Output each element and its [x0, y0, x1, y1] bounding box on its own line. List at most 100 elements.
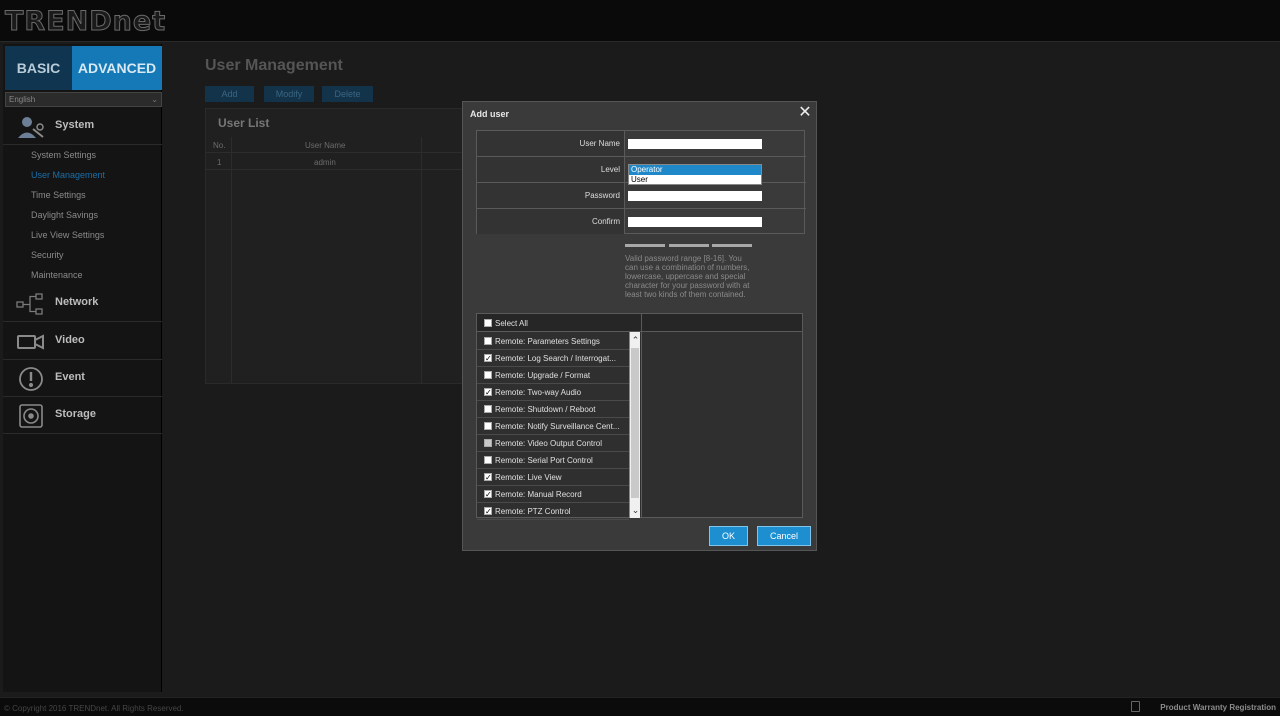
tab-basic[interactable]: BASIC: [5, 46, 72, 90]
permission-checkbox[interactable]: [484, 422, 492, 430]
permission-row[interactable]: Remote: Serial Port Control: [477, 452, 629, 469]
password-input[interactable]: [628, 191, 762, 201]
column-divider: [421, 137, 422, 384]
permission-label: Remote: Serial Port Control: [495, 456, 593, 465]
ok-button[interactable]: OK: [709, 526, 748, 546]
document-icon: [1131, 701, 1140, 712]
sidebar-item-daylight-savings[interactable]: Daylight Savings: [31, 210, 98, 220]
nav-section-label: Video: [55, 334, 85, 346]
permission-row[interactable]: ✓ Remote: Live View: [477, 469, 629, 486]
nav-section-network[interactable]: Network: [3, 285, 162, 322]
user-form: User Name Level Operator User Password C…: [476, 130, 806, 235]
sidebar-item-user-management[interactable]: User Management: [31, 170, 105, 180]
permission-checkbox[interactable]: [484, 405, 492, 413]
permission-checkbox[interactable]: [484, 439, 492, 447]
sidebar-item-live-view-settings[interactable]: Live View Settings: [31, 230, 104, 240]
permission-label: Remote: Parameters Settings: [495, 337, 600, 346]
permission-checkbox[interactable]: [484, 456, 492, 464]
language-select[interactable]: English ⌄: [5, 92, 162, 107]
modify-button[interactable]: Modify: [264, 86, 314, 102]
storage-icon: [15, 403, 47, 429]
user-list-panel: User List No. User Name 1 admin: [205, 108, 464, 384]
system-icon: [15, 114, 47, 140]
level-select-list[interactable]: Operator User: [628, 164, 762, 185]
nav-section-label: Event: [55, 371, 85, 383]
permission-row[interactable]: ✓ Remote: Log Search / Interrogat...: [477, 350, 629, 367]
column-divider: [641, 332, 642, 518]
select-all-checkbox[interactable]: [484, 319, 492, 327]
permission-row[interactable]: Remote: Shutdown / Reboot: [477, 401, 629, 418]
sidebar: BASIC ADVANCED English ⌄ System System S…: [3, 44, 162, 692]
top-bar: TRENDnet: [0, 0, 1280, 42]
permission-row[interactable]: Remote: Notify Surveillance Cent...: [477, 418, 629, 435]
add-button[interactable]: Add: [205, 86, 254, 102]
permission-label: Remote: Shutdown / Reboot: [495, 405, 596, 414]
nav-section-video[interactable]: Video: [3, 323, 162, 360]
level-option-user[interactable]: User: [629, 175, 761, 185]
language-select-value: English: [9, 95, 36, 104]
sidebar-item-system-settings[interactable]: System Settings: [31, 150, 96, 160]
permission-checkbox[interactable]: ✓: [484, 490, 492, 499]
permission-checkbox[interactable]: ✓: [484, 507, 492, 516]
select-all-label: Select All: [495, 319, 528, 328]
permission-label: Remote: Manual Record: [495, 490, 582, 499]
permission-row[interactable]: Remote: Parameters Settings: [477, 333, 629, 350]
event-icon: [15, 366, 47, 392]
password-hint: Valid password range [8-16]. You can use…: [625, 254, 750, 299]
scroll-down-icon[interactable]: ⌄: [630, 504, 641, 516]
permission-row[interactable]: ✓ Remote: PTZ Control: [477, 503, 629, 520]
permission-checkbox[interactable]: ✓: [484, 473, 492, 482]
permission-checkbox[interactable]: ✓: [484, 354, 492, 363]
network-icon: [15, 291, 47, 317]
copyright-text: © Copyright 2016 TRENDnet. All Rights Re…: [4, 704, 184, 713]
user-list-header: No. User Name: [206, 137, 464, 153]
password-strength-bar-medium: [669, 244, 709, 247]
sidebar-item-security[interactable]: Security: [31, 250, 64, 260]
confirm-label: Confirm: [477, 209, 625, 234]
column-header-user-name: User Name: [305, 141, 346, 150]
user-name-input[interactable]: [628, 139, 762, 149]
mode-tabs: BASIC ADVANCED: [3, 44, 162, 90]
password-row: Password: [477, 183, 806, 209]
confirm-password-input[interactable]: [628, 217, 762, 227]
level-option-operator[interactable]: Operator: [629, 165, 761, 175]
warranty-registration-link[interactable]: Product Warranty Registration: [1160, 703, 1276, 712]
permission-row[interactable]: ✓ Remote: Manual Record: [477, 486, 629, 503]
tab-advanced[interactable]: ADVANCED: [72, 46, 162, 90]
nav-section-event[interactable]: Event: [3, 360, 162, 397]
permission-panel: Select All Remote: Parameters Settings ✓ R…: [476, 313, 803, 520]
confirm-row: Confirm: [477, 209, 806, 235]
sidebar-item-maintenance[interactable]: Maintenance: [31, 270, 83, 280]
permission-label: Remote: Notify Surveillance Cent...: [495, 422, 620, 431]
add-user-dialog: Add user ✕ User Name Level Operator User…: [462, 101, 817, 551]
level-row: Level Operator User: [477, 157, 806, 185]
permission-checkbox[interactable]: ✓: [484, 388, 492, 397]
password-strength-bar-strong: [712, 244, 752, 247]
level-label: Level: [477, 157, 625, 182]
password-label: Password: [477, 183, 625, 208]
nav-section-system[interactable]: System: [3, 108, 162, 145]
scroll-up-icon[interactable]: ⌃: [630, 334, 641, 346]
sidebar-item-time-settings[interactable]: Time Settings: [31, 190, 86, 200]
permission-label: Remote: Log Search / Interrogat...: [495, 354, 616, 363]
permission-row[interactable]: Remote: Upgrade / Format: [477, 367, 629, 384]
permission-label: Remote: Live View: [495, 473, 562, 482]
permission-row[interactable]: ✓ Remote: Two-way Audio: [477, 384, 629, 401]
permission-row[interactable]: Remote: Video Output Control: [477, 435, 629, 452]
permission-checkbox[interactable]: [484, 371, 492, 379]
permission-checkbox[interactable]: [484, 337, 492, 345]
column-header-no: No.: [213, 141, 226, 150]
delete-button[interactable]: Delete: [322, 86, 373, 102]
user-list-title: User List: [218, 116, 270, 130]
page-title: User Management: [205, 57, 343, 74]
nav-section-label: Network: [55, 296, 99, 308]
trendnet-logo[interactable]: TRENDnet: [4, 6, 166, 38]
password-strength-bar-weak: [625, 244, 665, 247]
cancel-button[interactable]: Cancel: [757, 526, 811, 546]
permission-header: Select All: [477, 314, 802, 332]
table-row[interactable]: 1 admin: [206, 154, 464, 170]
nav-section-storage[interactable]: Storage: [3, 397, 162, 434]
close-icon[interactable]: ✕: [797, 105, 813, 121]
permission-scrollbar[interactable]: ⌃ ⌄: [629, 332, 640, 518]
scrollbar-thumb[interactable]: [631, 348, 639, 498]
